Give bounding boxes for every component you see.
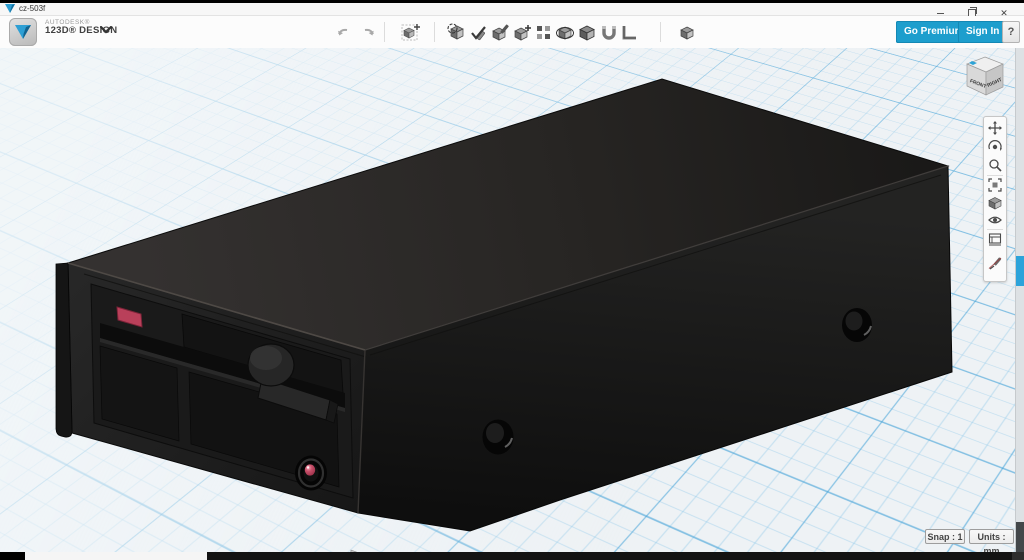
pan-icon[interactable]	[988, 121, 1002, 135]
close-button[interactable]: ✕	[992, 3, 1016, 15]
palette-separator	[987, 175, 1003, 176]
main-toolbar: AUTODESK® 123D® DESIGN	[0, 16, 1024, 49]
visibility-eye-icon[interactable]	[988, 213, 1002, 227]
scene-svg: FRONT RIGHT	[0, 48, 1024, 552]
titlebar[interactable]: cz-503f ✕	[0, 3, 1024, 16]
toolbar-separator	[660, 22, 661, 42]
toolbar-separator	[384, 22, 385, 42]
autodesk-logo-tile[interactable]	[9, 18, 37, 46]
help-button[interactable]: ?	[1002, 21, 1020, 43]
view-cube[interactable]: FRONT RIGHT	[967, 57, 1003, 95]
modify-tool-icon[interactable]	[511, 22, 533, 44]
combine-tool-icon[interactable]	[576, 22, 598, 44]
menu-chevron-icon[interactable]	[100, 26, 112, 34]
transform-tool-icon[interactable]	[446, 22, 468, 44]
pattern-tool-icon[interactable]	[533, 22, 555, 44]
units-setting-button[interactable]: Units : mm	[969, 529, 1014, 544]
autodesk-triangle-icon	[9, 18, 37, 46]
app-window: cz-503f ✕ AUTODESK® 123D® DESIGN	[0, 0, 1024, 560]
material-tool-icon[interactable]	[676, 22, 698, 44]
right-scrollbar[interactable]	[1015, 48, 1024, 552]
restore-button[interactable]	[960, 3, 984, 15]
fit-view-icon[interactable]	[988, 178, 1002, 192]
taskbar-active-app[interactable]	[25, 552, 207, 560]
shaded-view-icon[interactable]	[988, 196, 1002, 210]
orbit-icon[interactable]	[988, 140, 1002, 154]
screw-hole	[842, 308, 872, 342]
snap-setting-button[interactable]: Snap : 1	[925, 529, 965, 544]
eject-button	[295, 456, 327, 491]
edit-disabled-icon[interactable]	[988, 256, 1002, 270]
taskbar-start-segment[interactable]	[0, 552, 25, 560]
window-title: cz-503f	[19, 4, 45, 13]
app-logo-icon	[5, 4, 15, 13]
scrollbar-thumb[interactable]	[1016, 256, 1024, 286]
palette-separator	[987, 229, 1003, 230]
model-floppy-drive[interactable]	[56, 79, 952, 552]
taskbar-tray[interactable]	[1012, 552, 1024, 560]
zoom-icon[interactable]	[988, 158, 1002, 172]
os-taskbar[interactable]	[0, 552, 1024, 560]
measure-ruler-icon[interactable]	[618, 22, 640, 44]
sign-in-button[interactable]: Sign In	[958, 21, 1007, 43]
insert-primitive-icon[interactable]	[400, 22, 422, 44]
minimize-icon	[937, 13, 944, 14]
navigation-palette	[983, 116, 1007, 282]
redo-icon[interactable]	[356, 22, 378, 44]
toolbar-separator	[434, 22, 435, 42]
screw-hole	[483, 420, 514, 455]
scrollbar-end	[1016, 522, 1024, 552]
construct-tool-icon[interactable]	[489, 22, 511, 44]
viewport-canvas[interactable]: FRONT RIGHT	[0, 48, 1024, 552]
snap-magnet-icon[interactable]	[598, 22, 620, 44]
browser-sheet-icon[interactable]	[988, 232, 1002, 246]
undo-icon[interactable]	[334, 22, 356, 44]
minimize-button[interactable]	[928, 3, 952, 15]
grouping-tool-icon[interactable]	[554, 22, 576, 44]
sketch-tool-icon[interactable]	[468, 22, 490, 44]
